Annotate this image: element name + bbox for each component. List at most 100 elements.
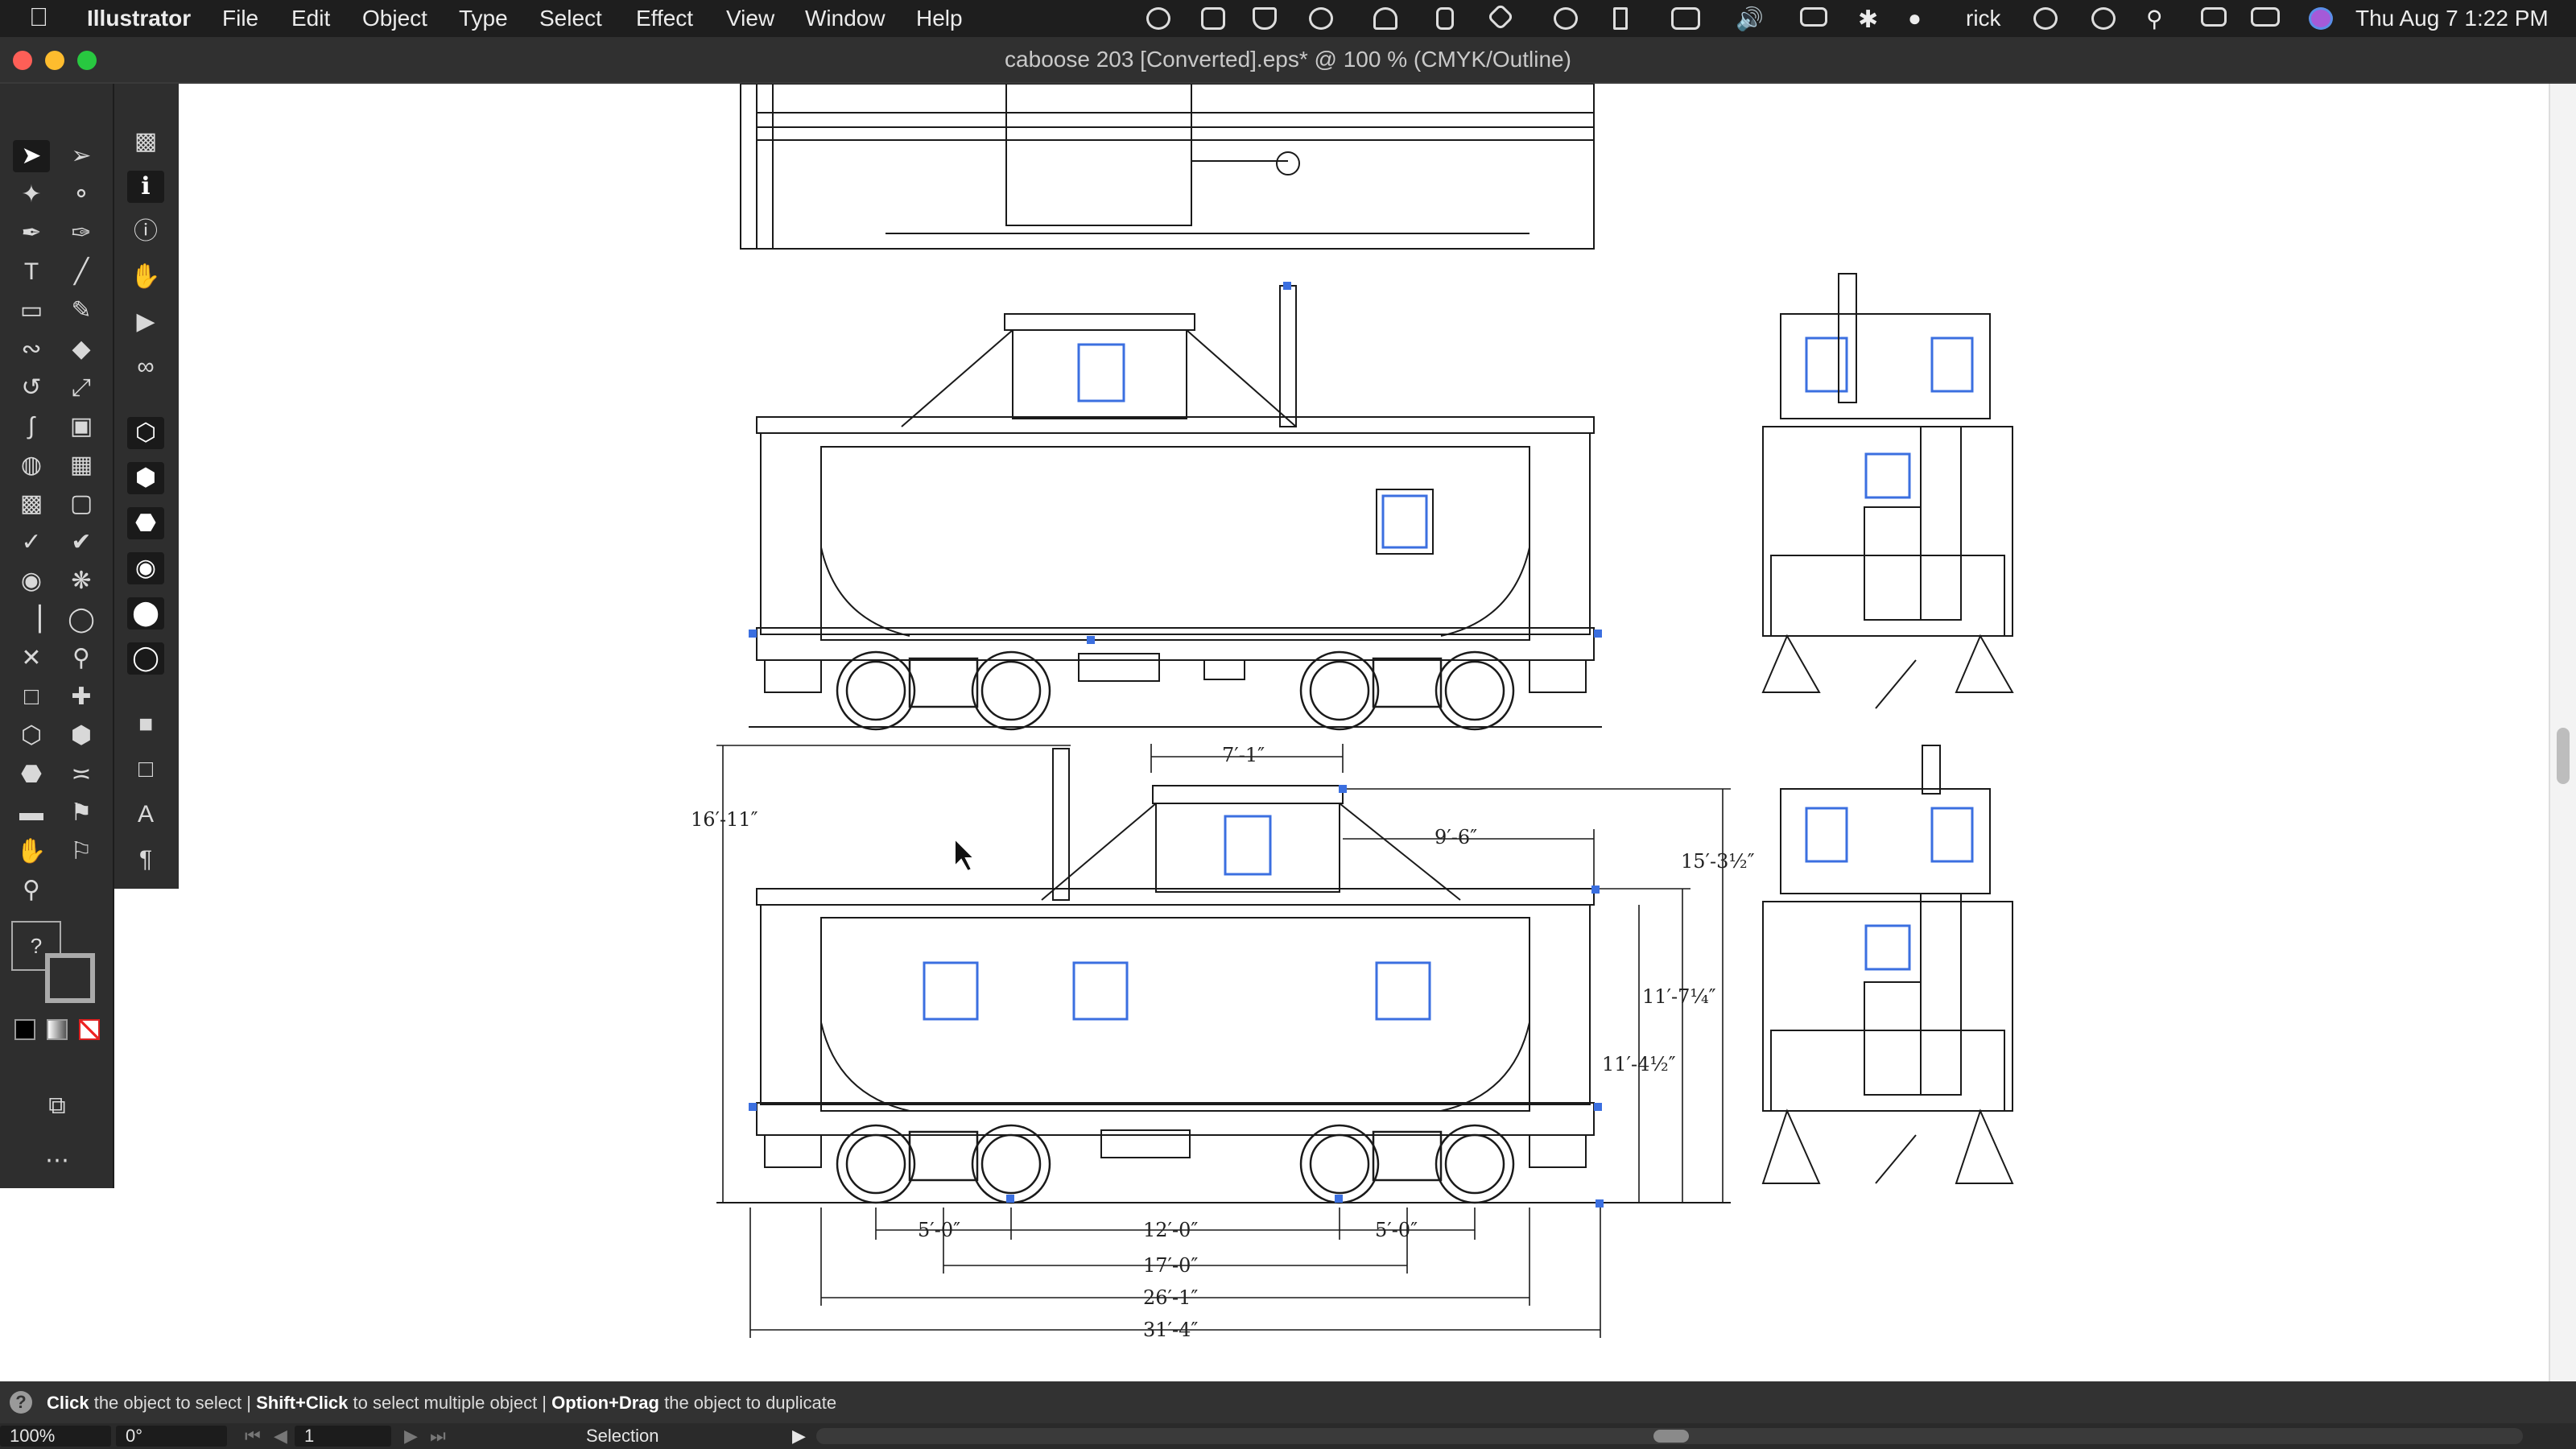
menu-file[interactable]: File bbox=[222, 6, 258, 31]
selection-tool-icon[interactable]: ➤ bbox=[13, 140, 50, 172]
menu-object[interactable]: Object bbox=[362, 6, 427, 31]
artboard-select[interactable]: 1 bbox=[295, 1426, 391, 1447]
slice-tool-icon[interactable]: ✕ bbox=[13, 642, 50, 675]
wifi-icon[interactable]: ● bbox=[1908, 6, 1922, 31]
first-artboard-icon[interactable]: ⏮ bbox=[245, 1426, 261, 1447]
more-tools-icon[interactable]: ⋯ bbox=[39, 1145, 76, 1177]
spotlight-search-icon[interactable]: ⚲ bbox=[2146, 6, 2163, 32]
time-machine-icon[interactable] bbox=[2033, 7, 2058, 30]
line-tool-icon[interactable]: ╱ bbox=[63, 256, 100, 288]
graph-tool-icon[interactable]: ▕ bbox=[13, 604, 50, 636]
current-tool-label[interactable]: Selection bbox=[586, 1426, 659, 1447]
keyboard-icon[interactable] bbox=[2201, 7, 2227, 27]
document-info-icon[interactable]: ▩ bbox=[127, 126, 164, 158]
eraser-tool-icon[interactable]: ◆ bbox=[63, 333, 100, 365]
attributes-panel-icon[interactable]: ⓘ bbox=[127, 216, 164, 248]
shape-builder-tool-icon[interactable]: ◍ bbox=[13, 449, 50, 481]
dropbox-icon[interactable] bbox=[1487, 3, 1514, 31]
stroke-swatch[interactable] bbox=[45, 953, 95, 1003]
paragraph-panel-icon[interactable]: ¶ bbox=[127, 844, 164, 876]
stack-icon[interactable] bbox=[1436, 7, 1454, 30]
control-center-icon[interactable] bbox=[2251, 7, 2280, 27]
measure-tool-icon[interactable]: ✔ bbox=[63, 526, 100, 559]
menu-select[interactable]: Select bbox=[539, 6, 602, 31]
symbol-sprayer-tool-icon[interactable]: ❋ bbox=[63, 565, 100, 597]
3d-cube-panel-icon[interactable]: ⬡ bbox=[127, 417, 164, 449]
paintbrush-tool-icon[interactable]: ✎ bbox=[63, 295, 100, 327]
plane-tool-icon[interactable]: ⬣ bbox=[13, 758, 50, 791]
3d-render-icon[interactable]: ⬤ bbox=[127, 597, 164, 630]
draw-mode-icon[interactable]: ⧉ bbox=[39, 1090, 76, 1122]
artboard-tool-icon[interactable]: ◯ bbox=[63, 604, 100, 636]
lasso-tool-icon[interactable]: ⚬ bbox=[63, 179, 100, 211]
color-mode-black[interactable] bbox=[14, 1019, 35, 1040]
curvature-tool-icon[interactable]: ✑ bbox=[63, 217, 100, 250]
rectangle-tool-icon[interactable]: ▭ bbox=[13, 295, 50, 327]
puppet-warp-tool-icon[interactable]: ≍ bbox=[63, 758, 100, 791]
color-mode-none[interactable] bbox=[79, 1019, 100, 1040]
wifi-extender-icon[interactable] bbox=[1373, 7, 1397, 30]
scroll-thumb[interactable] bbox=[2557, 728, 2570, 784]
character-styles-icon[interactable]: ■ bbox=[127, 708, 164, 741]
rotate-tool-icon[interactable]: ↺ bbox=[13, 372, 50, 404]
3d-lighting-icon[interactable]: ⬣ bbox=[127, 507, 164, 539]
3d-materials-icon[interactable]: ⬢ bbox=[127, 462, 164, 494]
hand-tool-icon[interactable]: ✋ bbox=[13, 836, 50, 868]
crop-tool-icon[interactable]: □ bbox=[13, 681, 50, 713]
user-name[interactable]: rick bbox=[1966, 6, 2001, 31]
blend-tool-icon[interactable]: ◉ bbox=[13, 565, 50, 597]
menu-window[interactable]: Window bbox=[805, 6, 886, 31]
mesh-tool-icon[interactable]: ▩ bbox=[13, 488, 50, 520]
menu-help[interactable]: Help bbox=[916, 6, 963, 31]
horizontal-scroll-thumb[interactable] bbox=[1653, 1430, 1689, 1443]
tool-menu-arrow-icon[interactable]: ▶ bbox=[792, 1426, 806, 1447]
3d-tool-icon[interactable]: ⬡ bbox=[13, 720, 50, 752]
clock[interactable]: Thu Aug 7 1:22 PM bbox=[2355, 6, 2549, 31]
color-mode-gradient[interactable] bbox=[47, 1019, 68, 1040]
zoom-lens-tool-icon[interactable]: ⚲ bbox=[63, 642, 100, 675]
last-artboard-icon[interactable]: ⏭ bbox=[430, 1426, 446, 1447]
prev-artboard-icon[interactable]: ◀ bbox=[274, 1426, 287, 1447]
pin-tool-icon[interactable]: ⚑ bbox=[63, 797, 100, 829]
info-panel-icon[interactable]: ℹ bbox=[127, 171, 164, 203]
perspective-grid-tool-icon[interactable]: ▦ bbox=[63, 449, 100, 481]
links-panel-icon[interactable]: ∞ bbox=[127, 351, 164, 383]
zoom-tool-icon[interactable]: ⚲ bbox=[13, 874, 50, 906]
3d-sphere-icon[interactable]: ◯ bbox=[127, 642, 164, 675]
shaper-tool-icon[interactable]: ∾ bbox=[13, 333, 50, 365]
flag-tool-icon[interactable]: ⚐ bbox=[63, 836, 100, 868]
sync-icon[interactable] bbox=[1309, 7, 1333, 30]
paragraph-styles-icon[interactable]: □ bbox=[127, 753, 164, 786]
play-icon[interactable] bbox=[2091, 7, 2116, 30]
width-tool-icon[interactable]: ∫ bbox=[13, 411, 50, 443]
puppet-panel-icon[interactable]: ✋ bbox=[127, 261, 164, 293]
menu-edit[interactable]: Edit bbox=[291, 6, 330, 31]
volume-icon[interactable]: 🔊 bbox=[1736, 6, 1764, 32]
gradient-tool-icon[interactable]: ▢ bbox=[63, 488, 100, 520]
eyedropper-tool-icon[interactable]: ✓ bbox=[13, 526, 50, 559]
type-tool-icon[interactable]: T bbox=[13, 256, 50, 288]
shield-icon[interactable] bbox=[1253, 7, 1277, 30]
rotation-select[interactable]: 0° bbox=[116, 1426, 227, 1447]
pen-tool-icon[interactable]: ✒ bbox=[13, 217, 50, 250]
direct-selection-tool-icon[interactable]: ➢ bbox=[63, 140, 100, 172]
knife-tool-icon[interactable]: ✚ bbox=[63, 681, 100, 713]
free-transform-tool-icon[interactable]: ▣ bbox=[63, 411, 100, 443]
scale-tool-icon[interactable]: ⤢ bbox=[63, 372, 100, 404]
siri-icon[interactable] bbox=[2309, 7, 2333, 30]
help-icon[interactable]: ? bbox=[10, 1391, 32, 1414]
windows-icon[interactable] bbox=[1671, 7, 1700, 30]
cube-tool-icon[interactable]: ⬢ bbox=[63, 720, 100, 752]
creative-cloud-icon[interactable] bbox=[1201, 7, 1225, 30]
3d-object-icon[interactable]: ◉ bbox=[127, 552, 164, 584]
bluetooth-icon[interactable]: ✱ bbox=[1858, 6, 1878, 34]
refresh-icon[interactable] bbox=[1554, 7, 1578, 30]
bolt-icon[interactable] bbox=[1613, 7, 1628, 30]
caboose-drawing[interactable]: 16′-11″ 7′-1″ 9′-6″ 15′-3½″ 11′-7¼″ 11′-… bbox=[0, 84, 2549, 1381]
display-icon[interactable] bbox=[1800, 7, 1827, 27]
ruler-tool-icon[interactable]: ▬ bbox=[13, 797, 50, 829]
next-artboard-icon[interactable]: ▶ bbox=[404, 1426, 418, 1447]
record-icon[interactable] bbox=[1146, 7, 1170, 30]
zoom-select[interactable]: 100% bbox=[0, 1426, 111, 1447]
apple-icon[interactable]:  bbox=[29, 2, 48, 32]
